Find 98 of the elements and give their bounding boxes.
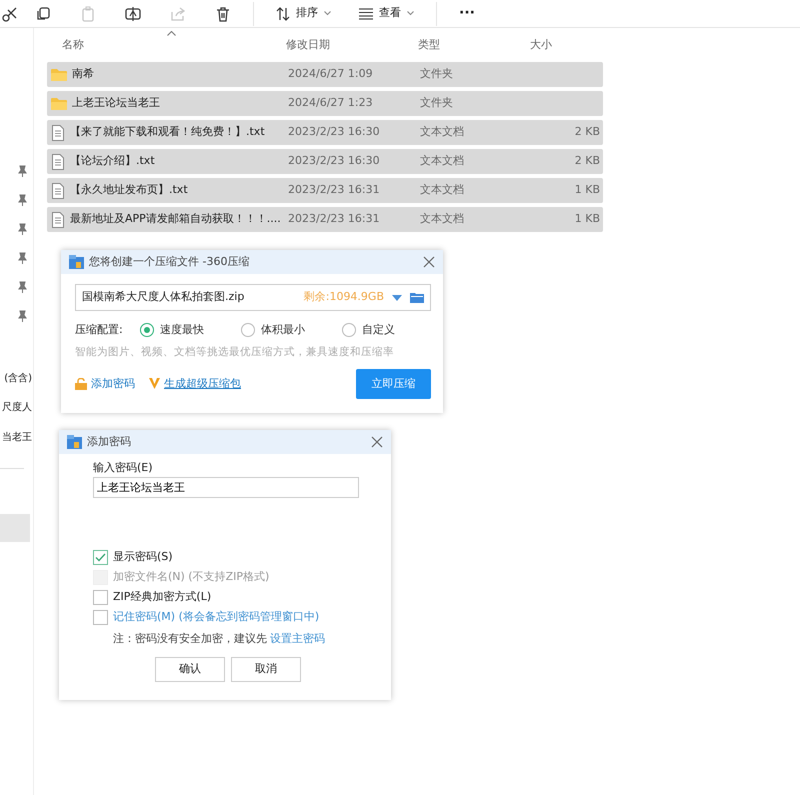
file-date: 2023/2/23 16:31: [288, 182, 381, 198]
copy-icon: [34, 6, 50, 22]
pin-icon: [17, 165, 27, 178]
free-space-text: 剩余:1094.9GB: [304, 289, 384, 306]
trash-icon: [214, 6, 230, 22]
folder-icon: [51, 97, 67, 110]
clipboard-icon: [80, 6, 96, 22]
file-name: 【永久地址发布页】.txt: [70, 182, 188, 198]
file-size: 2 KB: [574, 153, 600, 170]
sidebar-selection: [0, 514, 30, 542]
file-date: 2024/6/27 1:09: [288, 66, 374, 82]
pin-icon: [17, 194, 27, 207]
ok-button[interactable]: 确认: [155, 657, 225, 682]
sidebar-item[interactable]: 当老王: [2, 430, 32, 445]
file-date: 2024/6/27 1:23: [288, 95, 374, 112]
file-name: 【论坛介绍】.txt: [70, 153, 155, 170]
column-header[interactable]: 名称: [46, 36, 286, 54]
dialog-title: 添加密码: [87, 434, 131, 450]
hint-text: 智能为图片、视频、文档等挑选最优压缩方式，兼具速度和压缩率: [74, 345, 395, 360]
pin-icon: [17, 223, 27, 236]
sort-icon: [276, 6, 290, 20]
list-view-icon: [359, 8, 373, 20]
sidebar-item[interactable]: 尺度人: [2, 400, 32, 415]
file-type: 文件夹: [420, 66, 454, 82]
checkbox-label: ZIP经典加密方式(L): [113, 588, 212, 605]
file-type: 文本文档: [420, 124, 465, 140]
file-name: 【来了就能下载和观看！纯免费！】.txt: [70, 124, 265, 140]
file-type: 文件夹: [420, 95, 454, 112]
radio-option[interactable]: 体积最小: [240, 322, 342, 338]
file-type: 文本文档: [420, 182, 465, 198]
file-row[interactable]: 上老王论坛当老王 2024/6/27 1:23 文件夹: [47, 91, 603, 116]
cancel-button[interactable]: 取消: [231, 657, 301, 682]
dropdown-button[interactable]: [392, 294, 402, 300]
column-header[interactable]: 修改日期: [286, 36, 418, 54]
browse-button[interactable]: [410, 292, 424, 303]
chevron-icon: [407, 11, 414, 16]
file-row[interactable]: 南希 2024/6/27 1:09 文件夹: [47, 62, 603, 87]
column-header[interactable]: 类型: [418, 36, 530, 54]
file-date: 2023/2/23 16:30: [288, 124, 381, 140]
dropdown-triangle-icon: [392, 294, 402, 300]
file-name: 最新地址及APP请发邮箱自动获取！！！....: [70, 211, 281, 228]
add-password-link[interactable]: 添加密码: [75, 376, 135, 392]
radio-option[interactable]: 自定义: [342, 322, 443, 338]
field-label: 输入密码(E): [93, 460, 154, 476]
check-icon: [95, 552, 106, 562]
file-row[interactable]: 最新地址及APP请发邮箱自动获取！！！.... 2023/2/23 16:31 文本文档 1 KB: [47, 207, 603, 232]
password-field[interactable]: 上老王论坛当老王: [93, 476, 359, 498]
sort-button[interactable]: 排序: [262, 5, 345, 22]
note-text: 注：密码没有安全加密，建议先: [113, 632, 267, 644]
archive-app-icon: [67, 435, 82, 449]
text-file-icon: [51, 124, 65, 140]
file-size: 1 KB: [574, 211, 600, 228]
file-date: 2023/2/23 16:31: [288, 211, 381, 228]
column-header[interactable]: 大小: [530, 36, 590, 54]
text-file-icon: [51, 212, 65, 228]
filename-text: 国模南希大尺度人体私拍套图.zip: [82, 289, 246, 306]
more-button[interactable]: ···: [445, 3, 489, 24]
file-size: 1 KB: [574, 182, 600, 198]
sidebar-item[interactable]: (含含): [4, 371, 32, 386]
close-icon: [423, 256, 435, 268]
file-row[interactable]: 【来了就能下载和观看！纯免费！】.txt 2023/2/23 16:30 文本文档 2 KB: [47, 120, 603, 145]
file-size: 2 KB: [574, 124, 600, 140]
folder-icon: [410, 292, 424, 303]
radio-option[interactable]: 速度最快: [140, 322, 241, 338]
super-pack-link[interactable]: 生成超级压缩包: [149, 376, 241, 392]
checkbox-label: 显示密码(S): [113, 548, 173, 565]
pin-icon: [17, 281, 27, 294]
view-button[interactable]: 查看: [345, 5, 428, 22]
filename-field[interactable]: 国模南希大尺度人体私拍套图.zip 剩余:1094.9GB: [75, 284, 431, 311]
text-file-icon: [51, 182, 65, 198]
padlock-icon: [75, 378, 87, 390]
share-icon: [170, 6, 186, 22]
config-label: 压缩配置:: [75, 322, 124, 338]
file-date: 2023/2/23 16:30: [288, 153, 381, 170]
chevron-icon: [324, 11, 331, 16]
file-row[interactable]: 【论坛介绍】.txt 2023/2/23 16:30 文本文档 2 KB: [47, 149, 603, 174]
pin-icon: [17, 310, 27, 323]
rename-icon: [124, 6, 140, 22]
file-type: 文本文档: [420, 211, 465, 228]
checkbox[interactable]: [93, 610, 108, 624]
scissors-icon: [2, 6, 18, 22]
file-row[interactable]: 【永久地址发布页】.txt 2023/2/23 16:31 文本文档 1 KB: [47, 178, 603, 203]
archive-app-icon: [69, 255, 84, 269]
radio-button[interactable]: [240, 323, 255, 337]
checkbox-label: 加密文件名(N) (不支持ZIP格式): [113, 568, 270, 585]
checkbox[interactable]: [93, 550, 108, 564]
dialog-title: 您将创建一个压缩文件 -360压缩: [89, 254, 250, 270]
file-name: 南希: [72, 66, 94, 82]
pin-icon: [17, 252, 27, 265]
radio-button[interactable]: [140, 323, 154, 337]
radio-button[interactable]: [342, 323, 356, 337]
text-file-icon: [51, 154, 65, 170]
close-icon: [371, 436, 383, 448]
folder-icon: [51, 68, 67, 81]
v-logo-icon: [149, 378, 160, 390]
file-type: 文本文档: [420, 153, 465, 170]
file-name: 上老王论坛当老王: [72, 95, 160, 112]
checkbox[interactable]: [93, 590, 108, 604]
